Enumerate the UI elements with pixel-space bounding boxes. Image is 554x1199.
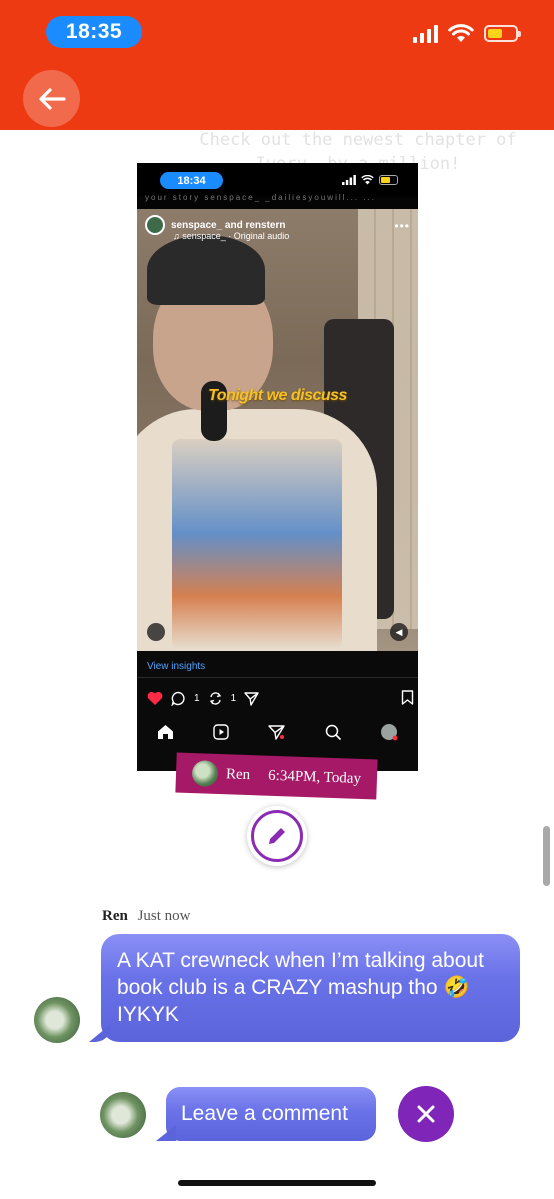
post-audio: ♫ senspace_ · Original audio [173,231,290,241]
shirt-graphic [172,439,342,649]
edit-button-ring [251,810,303,862]
post-user-avatar [145,215,165,235]
home-indicator[interactable] [178,1180,376,1186]
comment-author: Ren [102,908,128,924]
cellular-signal-icon [413,24,438,43]
tagged-person-icon [147,623,165,641]
comment-count: 1 [194,693,200,704]
post-actions: 1 1 [147,690,414,706]
close-button[interactable] [398,1086,454,1142]
heart-icon [147,691,163,705]
wifi-icon [448,24,474,43]
author-timestamp-tag: Ren 6:34PM, Today [175,752,378,800]
more-options-icon: ••• [394,219,410,233]
shared-post-screenshot[interactable]: 18:34 your story senspace_ _dailiesyouwi… [137,163,418,771]
scrollbar[interactable] [543,826,550,886]
post-status-bar: 18:34 [137,163,418,197]
leave-comment-button[interactable]: Leave a comment [166,1087,376,1141]
repost-count: 1 [230,693,237,704]
search-icon [325,724,341,740]
comment-icon [171,691,185,706]
home-icon [157,725,173,739]
post-username: senspace_ and renstern [171,219,286,231]
close-icon [417,1105,435,1123]
screen: 18:35 Check out the newest chapter of Iv… [0,0,554,1199]
baseball-cap [147,235,265,305]
reels-icon [213,724,229,740]
bookmark-icon [401,690,414,705]
comment-time: Just now [137,908,191,924]
leave-comment-label: Leave a comment [181,1102,348,1125]
status-time: 18:35 [46,16,142,48]
post-divider [137,677,418,678]
arrow-left-icon [38,87,66,110]
comment-text: A KAT crewneck when I’m talking about bo… [117,949,484,1026]
post-nav-row [137,723,418,741]
send-icon [268,725,286,740]
video-caption: Tonight we discuss [208,387,347,404]
tag-timestamp: 6:34PM, Today [267,767,362,787]
back-button[interactable] [23,70,80,127]
header-bar: 18:35 [0,0,554,130]
battery-icon [484,25,521,42]
repost-icon [209,692,221,705]
view-insights-link: View insights [147,661,206,672]
status-icons [413,24,521,43]
profile-avatar-icon [381,724,398,741]
my-avatar [100,1092,146,1138]
share-icon [244,692,259,706]
post-stories-strip: your story senspace_ _dailiesyouwill... … [145,193,376,202]
edit-button[interactable] [247,806,307,866]
pencil-icon [269,828,285,844]
tag-author-name: Ren [225,765,251,783]
comment-header: Ren Just now [102,908,191,925]
post-status-time: 18:34 [160,172,223,189]
comment-bubble[interactable]: A KAT crewneck when I’m talking about bo… [101,934,520,1042]
mute-icon: ◀ [390,623,408,641]
post-status-icons [342,175,398,185]
tag-avatar [191,760,219,787]
comment-avatar [34,997,80,1043]
